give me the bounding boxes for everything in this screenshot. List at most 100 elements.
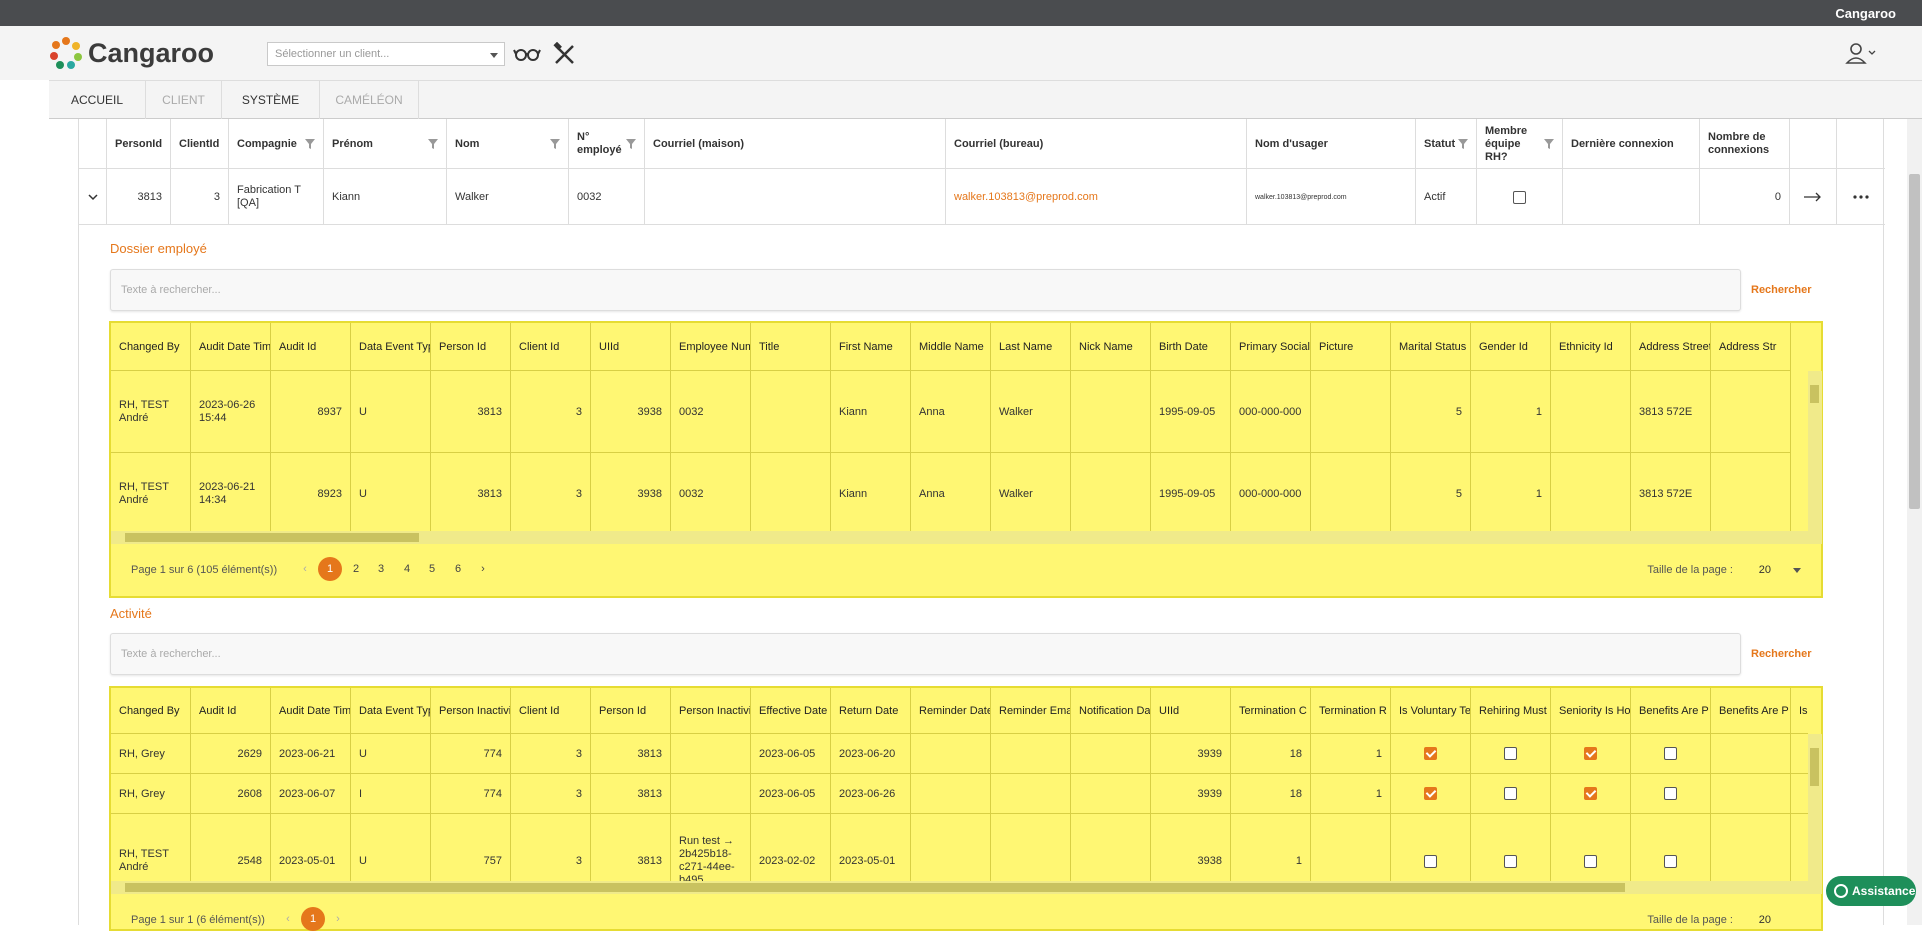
client-select[interactable]: Sélectionner un client... [267, 42, 505, 66]
tab-client[interactable]: CLIENT [146, 81, 222, 119]
page-1-button[interactable]: 1 [301, 907, 325, 931]
column-header[interactable]: Person Inactivity [671, 688, 751, 734]
assistance-button[interactable]: Assistance [1826, 876, 1916, 906]
horizontal-scrollbar[interactable] [111, 881, 1822, 894]
checkbox[interactable] [1504, 787, 1517, 800]
filter-icon[interactable] [1544, 139, 1554, 149]
column-header[interactable]: Audit Date Time [271, 688, 351, 734]
tools-icon[interactable] [551, 42, 581, 66]
column-header[interactable]: Address Street [1631, 323, 1711, 371]
membre-rh-checkbox[interactable] [1513, 190, 1526, 204]
page-3-button[interactable]: 3 [369, 557, 393, 581]
page-size-select[interactable]: 20 [1759, 564, 1771, 576]
column-header[interactable]: Termination C [1231, 688, 1311, 734]
column-header[interactable]: Data Event Type [351, 688, 431, 734]
checkbox[interactable] [1504, 854, 1517, 868]
filter-icon[interactable] [305, 139, 315, 149]
column-header[interactable]: Return Date [831, 688, 911, 734]
column-header[interactable]: Benefits Are P [1711, 688, 1791, 734]
page-size-select[interactable]: 20 [1759, 914, 1771, 926]
header-membre-rh[interactable]: Membre équipe RH? [1477, 119, 1563, 169]
column-header[interactable]: Person Id [431, 323, 511, 371]
header-prenom[interactable]: Prénom [324, 119, 447, 169]
checkbox[interactable] [1584, 787, 1597, 800]
navigate-button[interactable] [1790, 169, 1837, 225]
page-1-button[interactable]: 1 [318, 557, 342, 581]
column-header[interactable]: Person Id [591, 688, 671, 734]
column-header[interactable]: Client Id [511, 688, 591, 734]
header-nb-connexions[interactable]: Nombre de connexions [1700, 119, 1790, 169]
checkbox[interactable] [1664, 787, 1677, 800]
column-header[interactable]: Marital Status [1391, 323, 1471, 371]
header-nom-usager[interactable]: Nom d'usager [1247, 119, 1416, 169]
next-page-button[interactable]: › [471, 557, 495, 581]
column-header[interactable]: Audit Date Time [191, 323, 271, 371]
column-header[interactable]: Effective Date [751, 688, 831, 734]
page-6-button[interactable]: 6 [446, 557, 470, 581]
vertical-scrollbar[interactable] [1808, 371, 1822, 531]
checkbox[interactable] [1424, 747, 1437, 760]
dossier-search-input[interactable]: Texte à rechercher... [110, 269, 1741, 311]
filter-icon[interactable] [550, 139, 560, 149]
checkbox[interactable] [1504, 747, 1517, 760]
header-personid[interactable]: PersonId [107, 119, 171, 169]
chevron-down-icon[interactable] [1793, 568, 1801, 573]
column-header[interactable]: Gender Id [1471, 323, 1551, 371]
page-scrollbar[interactable] [1907, 119, 1922, 925]
column-header[interactable]: Seniority Is Ho [1551, 688, 1631, 734]
column-header[interactable]: Title [751, 323, 831, 371]
checkbox[interactable] [1424, 854, 1437, 868]
column-header[interactable]: Employee Number [671, 323, 751, 371]
checkbox[interactable] [1584, 854, 1597, 868]
cell-courriel-bureau[interactable]: walker.103813@preprod.com [946, 169, 1247, 225]
user-menu-icon[interactable] [1844, 41, 1878, 65]
activite-search-input[interactable]: Texte à rechercher... [110, 633, 1741, 675]
checkbox[interactable] [1664, 747, 1677, 760]
page-5-button[interactable]: 5 [420, 557, 444, 581]
dossier-search-button[interactable]: Rechercher [1751, 284, 1812, 296]
tab-systeme[interactable]: SYSTÈME [222, 81, 320, 119]
filter-icon[interactable] [1458, 139, 1468, 149]
vertical-scrollbar[interactable] [1808, 734, 1822, 881]
column-header[interactable]: Rehiring Must [1471, 688, 1551, 734]
header-courriel-maison[interactable]: Courriel (maison) [645, 119, 946, 169]
expand-toggle[interactable] [79, 169, 107, 225]
prev-page-button[interactable]: ‹ [276, 907, 300, 931]
page-4-button[interactable]: 4 [395, 557, 419, 581]
checkbox[interactable] [1424, 787, 1437, 800]
filter-icon[interactable] [428, 139, 438, 149]
header-courriel-bureau[interactable]: Courriel (bureau) [946, 119, 1247, 169]
column-header[interactable]: Is Voluntary Te [1391, 688, 1471, 734]
header-compagnie[interactable]: Compagnie [229, 119, 324, 169]
column-header[interactable]: Last Name [991, 323, 1071, 371]
next-page-button[interactable]: › [326, 907, 350, 931]
column-header[interactable]: Nick Name [1071, 323, 1151, 371]
checkbox[interactable] [1664, 854, 1677, 868]
header-clientid[interactable]: ClientId [171, 119, 229, 169]
person-row[interactable]: 3813 3 Fabrication T [QA] Kiann Walker 0… [79, 169, 1885, 225]
column-header[interactable]: UIId [1151, 688, 1231, 734]
column-header[interactable]: Reminder Email [991, 688, 1071, 734]
glasses-icon[interactable] [512, 42, 542, 66]
column-header[interactable]: Data Event Type [351, 323, 431, 371]
column-header[interactable]: Ethnicity Id [1551, 323, 1631, 371]
column-header[interactable]: Notification Date [1071, 688, 1151, 734]
page-2-button[interactable]: 2 [344, 557, 368, 581]
column-header[interactable]: UIId [591, 323, 671, 371]
column-header[interactable]: Audit Id [271, 323, 351, 371]
header-statut[interactable]: Statut [1416, 119, 1477, 169]
column-header[interactable]: Termination R [1311, 688, 1391, 734]
column-header[interactable]: Middle Name [911, 323, 991, 371]
column-header[interactable]: Birth Date [1151, 323, 1231, 371]
prev-page-button[interactable]: ‹ [293, 557, 317, 581]
column-header[interactable]: Audit Id [191, 688, 271, 734]
column-header[interactable]: Picture [1311, 323, 1391, 371]
column-header[interactable]: First Name [831, 323, 911, 371]
tab-cameleon[interactable]: CAMÉLÉON [320, 81, 419, 119]
column-header[interactable]: Is [1791, 688, 1808, 734]
column-header[interactable]: Person Inactivity [431, 688, 511, 734]
column-header[interactable]: Changed By [111, 323, 191, 371]
logo[interactable]: Cangaroo [49, 35, 214, 71]
activite-search-button[interactable]: Rechercher [1751, 648, 1812, 660]
column-header[interactable]: Client Id [511, 323, 591, 371]
